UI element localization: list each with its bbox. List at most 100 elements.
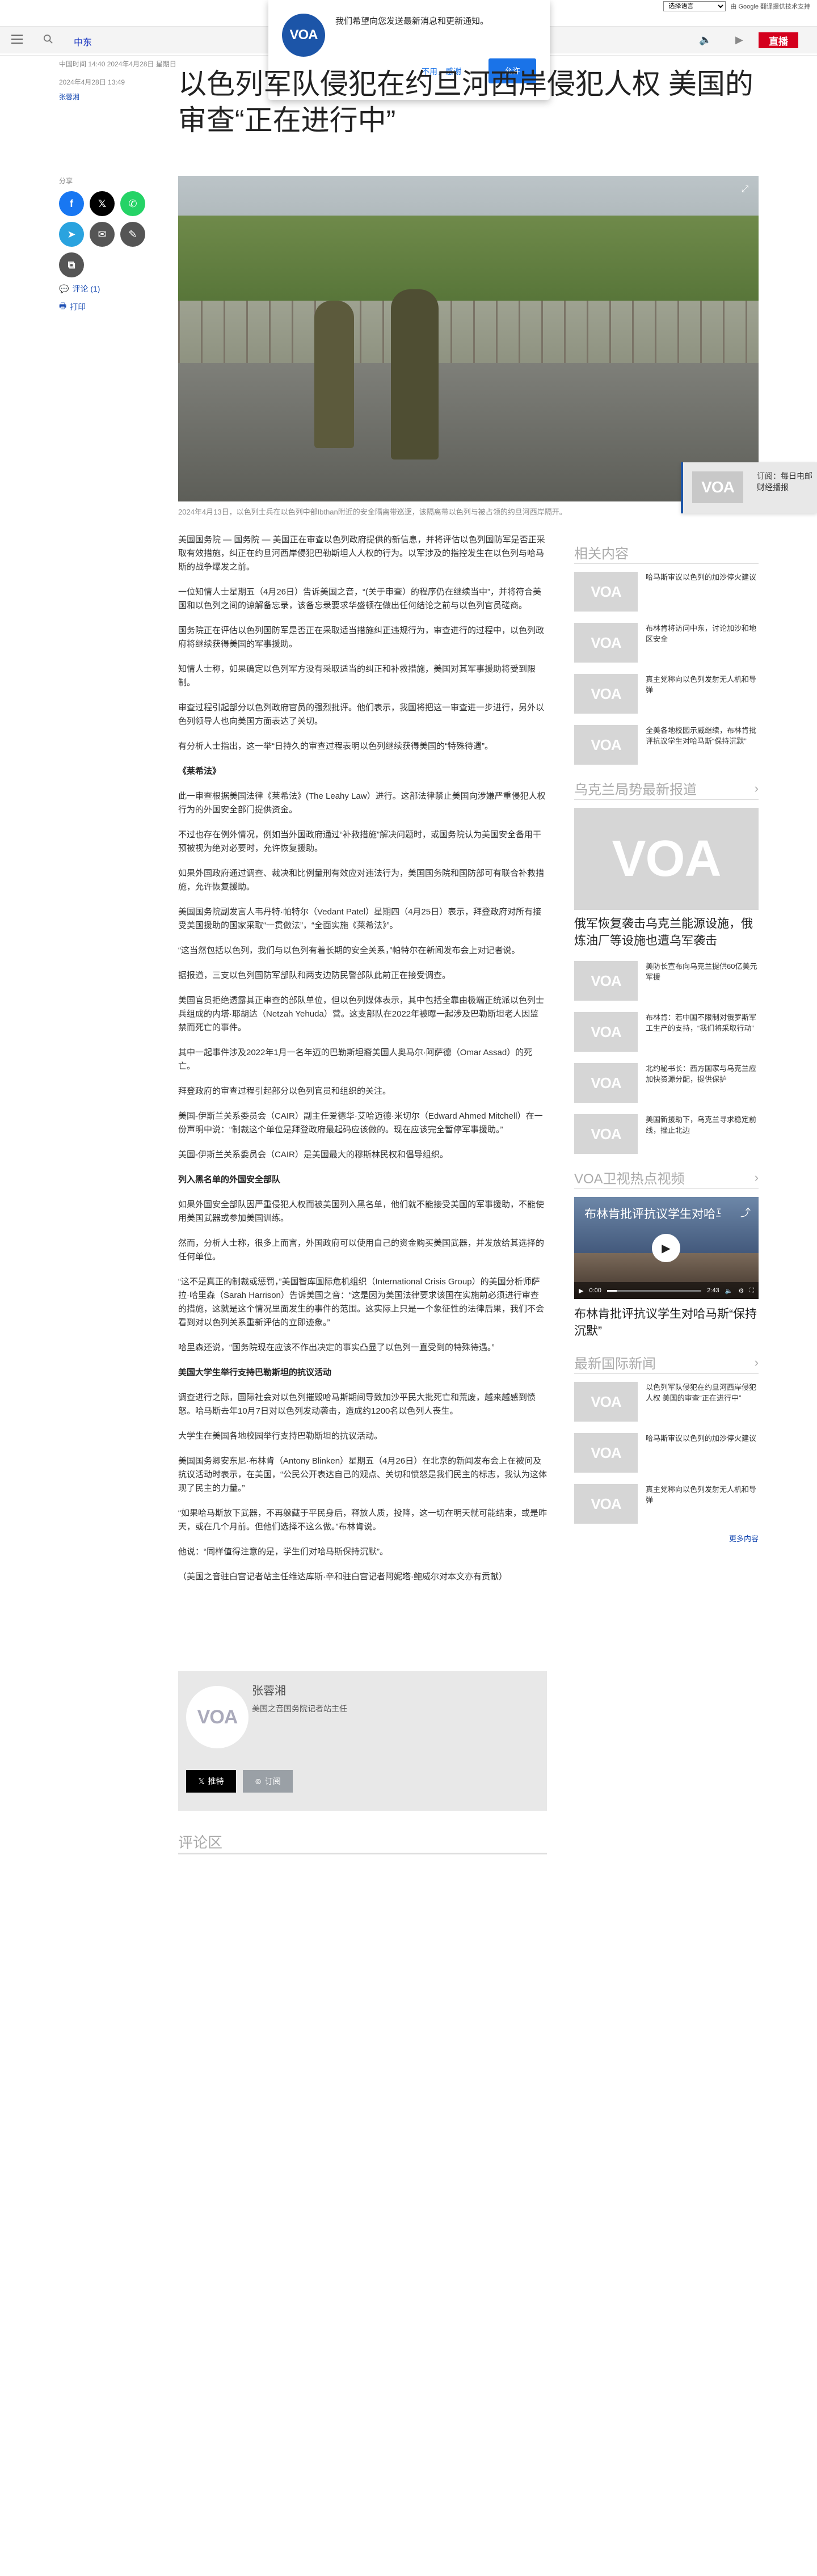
sidebar-story[interactable]: VOA 美国新援助下，乌克兰寻求稳定前线，挫止北边 [574, 1114, 759, 1155]
sidebar-story[interactable]: VOA 真主党称向以色列发射无人机和导弹 [574, 674, 759, 715]
article-paragraph: 哈里森还说，“国务院现在应该不作出决定的事实凸显了以色列一直受到的特殊待遇。” [178, 1343, 495, 1352]
article-paragraph: 知情人士称，如果确定以色列军方没有采取适当的纠正和补救措施，美国对其军事援助将受… [178, 664, 536, 688]
ukraine-feature-image[interactable]: VOA [574, 808, 759, 910]
copy-link-button[interactable]: ⧉ [59, 252, 84, 277]
thumbnail-logo-text: VOA [591, 1495, 621, 1512]
article-paragraph: 有分析人士指出，这一举“日持久的审查过程表明以色列继续获得美国的“特殊待遇”。 [178, 741, 493, 751]
story-thumbnail: VOA [574, 1114, 638, 1154]
story-thumbnail: VOA [574, 1063, 638, 1103]
sidebar-story[interactable]: VOA 布林肯：若中国不限制对俄罗斯军工生产的支持，“我们将采取行动” [574, 1012, 759, 1053]
article-paragraph: 一位知情人士星期五（4月26日）告诉美国之音，“(关于审查）的程序仍在继续当中”… [178, 587, 542, 610]
video-card-title: 布林肯批评抗议学生对哈马... [584, 1208, 721, 1221]
intl-list: VOA 以色列军队侵犯在约旦河西岸侵犯人权 美国的审查“正在进行中” VOA 哈马斯审… [574, 1382, 759, 1525]
story-title: 全美各地校园示威继续，布林肯批评抗议学生对哈马斯“保持沉默” [646, 726, 757, 745]
share-icon[interactable]: ⤴ [740, 1205, 751, 1220]
article-paragraph: 然而，分析人士称，很多上而言，外国政府可以使用自己的资金购买美国武器，并发放给其… [178, 1238, 545, 1262]
telegram-share-button[interactable]: ➤ [59, 222, 84, 247]
sidebar-story[interactable]: VOA 哈马斯审议以色列的加沙停火建议 [574, 1433, 759, 1474]
subscribe-button[interactable]: ⊚ 订阅 [243, 1770, 293, 1793]
print-link[interactable]: 🖶 打印 [59, 300, 172, 314]
live-button[interactable]: 直播 [759, 32, 798, 48]
volume-icon[interactable]: 🔈 [699, 34, 711, 46]
play-icon[interactable]: ▶ [579, 1287, 583, 1295]
video-controls: ▶ 0:00 2:43 🔈 ⚙ ⛶ [574, 1282, 759, 1299]
intl-heading[interactable]: 最新国际新闻 › [574, 1351, 759, 1374]
related-list: VOA 哈马斯审议以色列的加沙停火建议 VOA 布林肯将访问中东，讨论加沙和地区安全 V… [574, 572, 759, 766]
sidebar-story[interactable]: VOA 全美各地校园示威继续，布林肯批评抗议学生对哈马斯“保持沉默” [574, 725, 759, 766]
video-caption[interactable]: 布林肯批评抗议学生对哈马斯“保持沉默” [574, 1306, 759, 1340]
menu-icon[interactable] [11, 35, 23, 44]
article-paragraph: 大学生在美国各地校园举行支持巴勒斯坦的抗议活动。 [178, 1431, 383, 1441]
article-paragraph: 美国-伊斯兰关系委员会（CAIR）是美国最大的穆斯林民权和倡导组织。 [178, 1150, 448, 1160]
x-share-button[interactable]: 𝕏 [90, 191, 115, 216]
follow-x-button[interactable]: 𝕏 推特 [186, 1770, 236, 1793]
story-title: 布林肯：若中国不限制对俄罗斯军工生产的支持，“我们将采取行动” [646, 1013, 757, 1032]
expand-icon[interactable]: ⤢ [738, 183, 752, 196]
search-icon[interactable] [43, 34, 53, 44]
ukraine-feature-title[interactable]: 俄军恢复袭击乌克兰能源设施，俄炼油厂等设施也遭乌军袭击 [574, 916, 759, 950]
story-thumbnail: VOA [574, 572, 638, 612]
email-share-button[interactable]: ✉ [90, 222, 115, 247]
video-time-current: 0:00 [589, 1287, 601, 1294]
whatsapp-share-button[interactable]: ✆ [120, 191, 145, 216]
video-heading[interactable]: VOA卫视热点视频 › [574, 1166, 759, 1189]
article-paragraph: 美国国务院副发言人韦丹特·帕特尔（Vedant Patel）星期四（4月25日）… [178, 907, 542, 930]
section-label[interactable]: 中东 [74, 35, 92, 48]
video-icon[interactable]: ▶ [735, 34, 743, 46]
article-paragraph: 国务院正在评估以色列国防军是否正在采取适当措施纠正违规行为，审查进行的过程中，以… [178, 626, 545, 649]
story-title: 美防长宣布向乌克兰提供60亿美元军援 [646, 962, 757, 981]
floating-audio-widget[interactable]: VOA 订阅：每日电邮财经播报 [681, 462, 817, 513]
sidebar-story[interactable]: VOA 哈马斯审议以色列的加沙停火建议 [574, 572, 759, 613]
subscribe-label: 订阅 [264, 1777, 281, 1786]
story-title: 真主党称向以色列发射无人机和导弹 [646, 675, 757, 694]
video-progress-bar[interactable] [607, 1289, 702, 1292]
article-paragraph: 调查进行之际，国际社会对以色列摧毁哈马斯期间导致加沙平民大批死亡和荒废，越来越感… [178, 1393, 536, 1416]
sidebar-story[interactable]: VOA 美防长宣布向乌克兰提供60亿美元军援 [574, 961, 759, 1002]
author-link[interactable]: 张蓉湘 [59, 92, 176, 102]
facebook-share-button[interactable]: f [59, 191, 84, 216]
article-paragraph: 拜登政府的审查过程引起部分以色列官员和组织的关注。 [178, 1086, 391, 1096]
more-link[interactable]: 更多内容 [574, 1533, 759, 1544]
fullscreen-icon[interactable]: ⛶ [749, 1287, 754, 1295]
language-select[interactable]: 选择语言 [663, 1, 726, 11]
sms-share-button[interactable]: ✎ [120, 222, 145, 247]
sidebar-story[interactable]: VOA 北约秘书长：西方国家与乌克兰应加快资源分配，提供保护 [574, 1063, 759, 1104]
sidebar-story[interactable]: VOA 真主党称向以色列发射无人机和导弹 [574, 1484, 759, 1525]
share-label: 分享 [59, 177, 73, 185]
hero-fence [178, 301, 759, 369]
updated-time: 中国时间 14:40 2024年4月28日 星期日 [59, 60, 176, 68]
image-caption: 2024年4月13日，以色列士兵在以色列中部Ibthan附近的安全隔离带巡逻，该… [178, 508, 567, 516]
thumbnail-logo-text: VOA [591, 583, 621, 600]
article-paragraph: 其中一起事件涉及2022年1月一名年迈的巴勒斯坦裔美国人奥马尔·阿萨德（Omar… [178, 1048, 533, 1071]
sidebar: 相关内容 VOA 哈马斯审议以色列的加沙停火建议 VOA 布林肯将访问中东，讨论加沙和… [574, 533, 759, 1544]
hero-image[interactable]: ⤢ [178, 176, 759, 501]
story-thumbnail: VOA [574, 1484, 638, 1524]
author-avatar[interactable]: VOA [186, 1686, 249, 1748]
share-row-3: ⧉ [59, 252, 172, 277]
avatar-logo-text: VOA [197, 1706, 238, 1728]
hero-soldier [314, 301, 354, 448]
article-paragraph: 美国国务院 — 国务院 — 美国正在审查以色列政府提供的新信息，并将评估以色列国… [178, 535, 545, 572]
author-box: VOA 张蓉湘 美国之音国务院记者站主任 𝕏 推特 ⊚ 订阅 [178, 1671, 547, 1811]
video-time-total: 2:43 [707, 1287, 719, 1294]
ukraine-heading[interactable]: 乌克兰局势最新报道 › [574, 777, 759, 800]
sidebar-story[interactable]: VOA 以色列军队侵犯在约旦河西岸侵犯人权 美国的审查“正在进行中” [574, 1382, 759, 1423]
share-row-2: ➤ ✉ ✎ [59, 222, 172, 247]
article-paragraph: 他说：“同样值得注意的是，学生们对哈马斯保持沉默”。 [178, 1547, 388, 1557]
story-title: 以色列军队侵犯在约旦河西岸侵犯人权 美国的审查“正在进行中” [646, 1383, 757, 1402]
video-player[interactable]: 布林肯批评抗议学生对哈马... ⤴ ▶ ▶ 0:00 2:43 🔈 ⚙ ⛶ [574, 1197, 759, 1299]
author-name[interactable]: 张蓉湘 [252, 1681, 286, 1698]
comments-heading: 评论区 [178, 1834, 223, 1851]
notification-message: 我们希望向您发送最新消息和更新通知。 [335, 16, 489, 26]
settings-icon[interactable]: ⚙ [738, 1287, 744, 1295]
volume-icon[interactable]: 🔈 [725, 1287, 733, 1295]
article-body: 美国国务院 — 国务院 — 美国正在审查以色列政府提供的新信息，并将评估以色列国… [178, 533, 547, 1595]
follow-label: 推特 [208, 1777, 224, 1786]
sidebar-story[interactable]: VOA 布林肯将访问中东，讨论加沙和地区安全 [574, 623, 759, 664]
share-panel: 分享 f 𝕏 ✆ ➤ ✉ ✎ ⧉ 💬 评论 (1) 🖶 打印 [59, 176, 172, 314]
video-progress-fill [607, 1289, 617, 1292]
page: 选择语言 由 Google 翻译提供技术支持 中东 🔈 ▶ 直播 VOA 我们希… [0, 0, 817, 2576]
story-title: 真主党称向以色列发射无人机和导弹 [646, 1485, 757, 1504]
play-button[interactable]: ▶ [652, 1234, 680, 1262]
comments-link[interactable]: 💬 评论 (1) [59, 283, 172, 294]
